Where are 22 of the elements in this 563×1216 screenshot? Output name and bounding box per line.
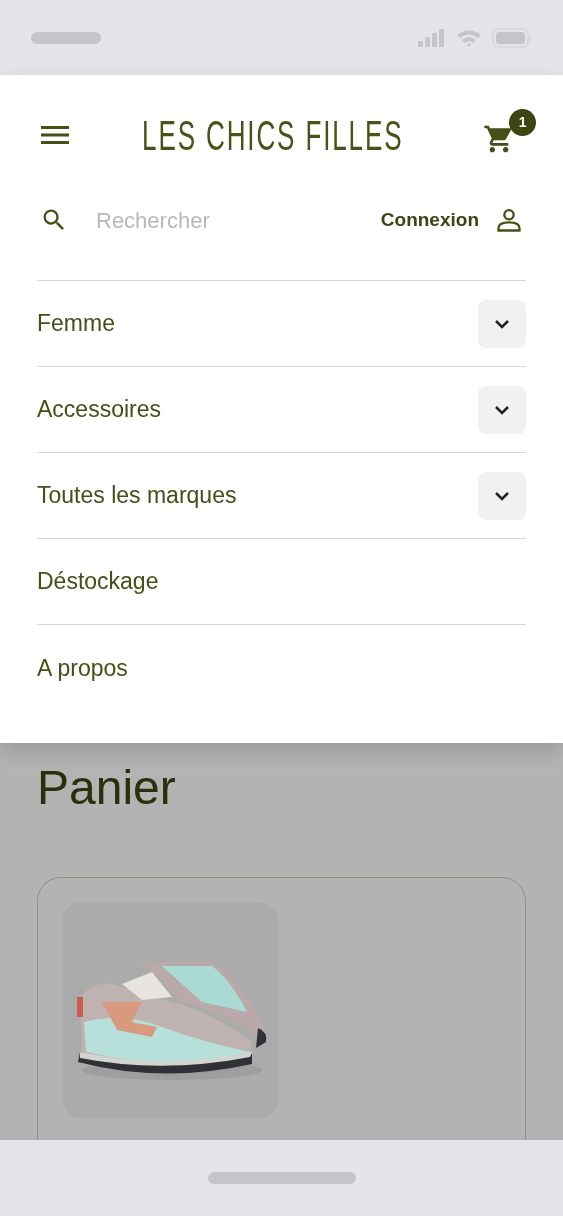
menu-item[interactable]: Accessoires xyxy=(37,392,161,427)
login-button[interactable]: Connexion xyxy=(380,205,523,235)
user-icon xyxy=(495,206,523,234)
chevron-down-icon xyxy=(494,404,510,415)
wifi-icon xyxy=(456,28,482,47)
battery-icon xyxy=(492,27,532,48)
menu-item[interactable]: A propos xyxy=(37,650,128,686)
menu-item[interactable]: Toutes les marques xyxy=(37,478,237,513)
logo[interactable]: LES CHICS FILLES xyxy=(141,103,404,167)
expand-button[interactable] xyxy=(478,385,526,434)
home-indicator[interactable] xyxy=(207,1172,356,1184)
chevron-down-icon xyxy=(494,318,510,329)
menu-item[interactable]: Femme xyxy=(37,306,115,341)
expand-button[interactable] xyxy=(478,471,526,520)
menu-item[interactable]: Déstockage xyxy=(37,564,159,599)
page-title: Panier xyxy=(37,760,177,816)
time-placeholder-icon xyxy=(31,31,101,44)
signal-icon xyxy=(418,28,446,47)
expand-button[interactable] xyxy=(478,299,526,348)
search-field[interactable]: Rechercher xyxy=(96,203,296,237)
chevron-down-icon xyxy=(494,490,510,501)
cart-count-badge: 1 xyxy=(509,109,537,136)
